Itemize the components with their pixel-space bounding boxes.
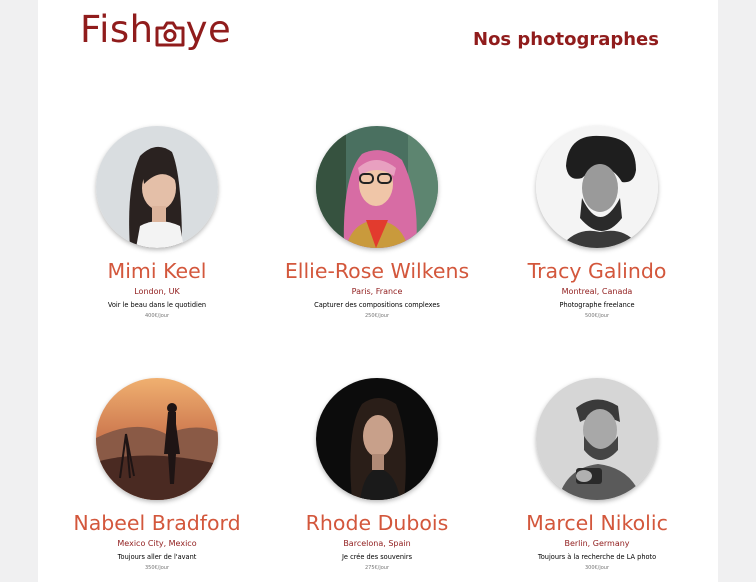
photographer-tagline: Toujours à la recherche de LA photo xyxy=(537,553,657,561)
photographer-location: Barcelona, Spain xyxy=(343,539,411,548)
photographer-name: Nabeel Bradford xyxy=(73,511,241,535)
photographer-card: Nabeel Bradford Mexico City, Mexico Touj… xyxy=(47,378,267,572)
photographer-price: 400€/jour xyxy=(144,313,170,319)
photographer-card: Tracy Galindo Montreal, Canada Photograp… xyxy=(487,126,707,320)
photographer-card: Rhode Dubois Barcelona, Spain Je crée de… xyxy=(267,378,487,572)
photographer-price: 300€/jour xyxy=(584,565,610,571)
portrait-image xyxy=(96,126,218,248)
photographer-price: 500€/jour xyxy=(584,313,610,319)
photographer-location: Mexico City, Mexico xyxy=(117,539,197,548)
photographer-portrait-link[interactable] xyxy=(316,378,438,500)
photographer-price: 350€/jour xyxy=(144,565,170,571)
photographer-portrait-link[interactable] xyxy=(536,378,658,500)
logo-text-start: Fish xyxy=(80,7,154,51)
photographer-name: Tracy Galindo xyxy=(527,259,667,283)
portrait-image xyxy=(96,378,218,500)
photographer-portrait-link[interactable] xyxy=(316,126,438,248)
photographer-name: Marcel Nikolic xyxy=(526,511,668,535)
photographer-tagline: Voir le beau dans le quotidien xyxy=(107,301,207,309)
photographer-location: Montreal, Canada xyxy=(561,287,633,296)
photographer-tagline: Je crée des souvenirs xyxy=(341,553,413,561)
photographer-location: Paris, France xyxy=(351,287,403,296)
page: Fish ye Nos photographes Mimi Keel Londo… xyxy=(38,0,718,582)
photographer-price: 250€/jour xyxy=(364,313,390,319)
photographer-tagline: Toujours aller de l'avant xyxy=(117,553,197,561)
photographer-card: Mimi Keel London, UK Voir le beau dans l… xyxy=(47,126,267,320)
logo-text-end: ye xyxy=(185,7,232,51)
photographer-location: Berlin, Germany xyxy=(564,539,630,548)
camera-icon xyxy=(155,14,185,47)
portrait-image xyxy=(316,378,438,500)
photographer-portrait-link[interactable] xyxy=(96,378,218,500)
page-title: Nos photographes xyxy=(473,29,659,50)
photographer-location: London, UK xyxy=(134,287,180,296)
photographer-name: Mimi Keel xyxy=(107,259,207,283)
photographer-tagline: Photographe freelance xyxy=(559,301,635,309)
photographer-portrait-link[interactable] xyxy=(96,126,218,248)
portrait-image xyxy=(316,126,438,248)
photographer-name: Rhode Dubois xyxy=(305,511,449,535)
photographer-price: 275€/jour xyxy=(364,565,390,571)
portrait-image xyxy=(536,378,658,500)
photographer-card: Marcel Nikolic Berlin, Germany Toujours … xyxy=(487,378,707,572)
photographer-tagline: Capturer des compositions complexes xyxy=(314,301,440,309)
photographer-card: Ellie-Rose Wilkens Paris, France Capture… xyxy=(267,126,487,320)
portrait-image xyxy=(536,126,658,248)
fisheye-logo[interactable]: Fish ye xyxy=(80,6,231,52)
photographer-portrait-link[interactable] xyxy=(536,126,658,248)
photographer-name: Ellie-Rose Wilkens xyxy=(284,259,470,283)
